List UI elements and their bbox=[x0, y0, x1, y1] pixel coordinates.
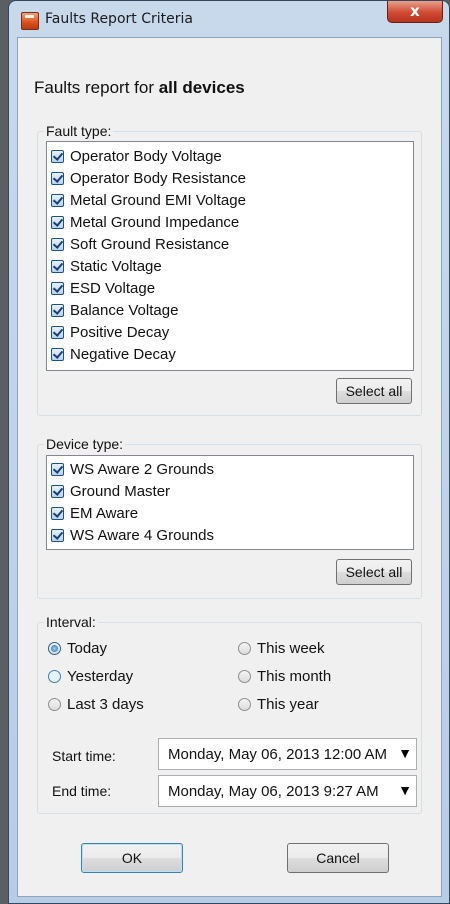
device-type-group: Device type: WS Aware 2 Grounds Ground M… bbox=[37, 436, 422, 599]
dialog-window: Faults Report Criteria x Faults report f… bbox=[8, 0, 450, 904]
close-button[interactable]: x bbox=[387, 1, 443, 23]
device-type-item[interactable]: Ground Master bbox=[51, 480, 170, 502]
end-time-value: Monday, May 06, 2013 9:27 AM bbox=[168, 782, 379, 800]
fault-type-list[interactable]: Operator Body Voltage Operator Body Resi… bbox=[46, 141, 414, 371]
fault-type-item-label: Soft Ground Resistance bbox=[70, 235, 230, 253]
checkbox-checked-icon[interactable] bbox=[51, 171, 64, 185]
report-heading: Faults report for all devices bbox=[34, 78, 245, 98]
fault-type-group: Fault type: Operator Body Voltage Operat… bbox=[37, 123, 422, 416]
radio-year-label: This year bbox=[257, 696, 319, 713]
checkbox-checked-icon[interactable] bbox=[51, 193, 64, 207]
radio-this-week[interactable]: This week bbox=[238, 640, 325, 657]
report-app-icon bbox=[21, 12, 39, 30]
start-time-picker[interactable]: Monday, May 06, 2013 12:00 AM ▼ bbox=[158, 738, 417, 770]
radio-today[interactable]: Today bbox=[48, 640, 107, 657]
checkbox-checked-icon[interactable] bbox=[51, 149, 64, 163]
start-time-label: Start time: bbox=[52, 748, 116, 764]
end-time-picker[interactable]: Monday, May 06, 2013 9:27 AM ▼ bbox=[158, 775, 417, 807]
fault-type-item-label: Metal Ground EMI Voltage bbox=[70, 191, 246, 209]
device-type-select-all-button[interactable]: Select all bbox=[336, 559, 412, 585]
checkbox-checked-icon[interactable] bbox=[51, 347, 64, 361]
fault-type-item[interactable]: Balance Voltage bbox=[51, 299, 178, 321]
interval-group: Interval: Today Yesterday Last 3 days Th… bbox=[37, 614, 422, 814]
radio-yesterday[interactable]: Yesterday bbox=[48, 668, 133, 685]
checkbox-checked-icon[interactable] bbox=[51, 528, 64, 542]
radio-last-3-days[interactable]: Last 3 days bbox=[48, 696, 144, 713]
checkbox-checked-icon[interactable] bbox=[51, 303, 64, 317]
fault-type-item-label: Static Voltage bbox=[70, 257, 162, 275]
fault-type-item[interactable]: Operator Body Voltage bbox=[51, 145, 222, 167]
end-time-label: End time: bbox=[52, 783, 112, 799]
fault-type-item[interactable]: Metal Ground EMI Voltage bbox=[51, 189, 246, 211]
fault-type-select-all-button[interactable]: Select all bbox=[336, 378, 412, 404]
fault-type-item-label: Metal Ground Impedance bbox=[70, 213, 240, 231]
radio-today-label: Today bbox=[67, 640, 108, 657]
ok-button[interactable]: OK bbox=[81, 843, 183, 873]
radio-last3-label: Last 3 days bbox=[67, 696, 144, 713]
device-type-item[interactable]: WS Aware 4 Grounds bbox=[51, 524, 214, 546]
fault-type-label: Fault type: bbox=[44, 123, 114, 139]
cancel-button[interactable]: Cancel bbox=[287, 843, 389, 873]
device-type-item[interactable]: WS Aware 2 Grounds bbox=[51, 458, 214, 480]
radio-yesterday-label: Yesterday bbox=[67, 668, 134, 685]
fault-type-item[interactable]: Positive Decay bbox=[51, 321, 169, 343]
radio-icon[interactable] bbox=[48, 670, 61, 683]
radio-this-month[interactable]: This month bbox=[238, 668, 331, 685]
device-type-label: Device type: bbox=[44, 436, 126, 452]
checkbox-checked-icon[interactable] bbox=[51, 506, 64, 520]
start-time-value: Monday, May 06, 2013 12:00 AM bbox=[168, 745, 388, 763]
interval-label: Interval: bbox=[44, 614, 98, 630]
fault-type-item[interactable]: Static Voltage bbox=[51, 255, 162, 277]
radio-selected-icon[interactable] bbox=[48, 642, 61, 655]
device-type-item-label: EM Aware bbox=[70, 504, 139, 522]
radio-icon[interactable] bbox=[238, 670, 251, 683]
fault-type-item-label: Balance Voltage bbox=[70, 301, 179, 319]
device-type-item-label: WS Aware 4 Grounds bbox=[70, 526, 214, 544]
checkbox-checked-icon[interactable] bbox=[51, 484, 64, 498]
radio-this-year[interactable]: This year bbox=[238, 696, 319, 713]
device-type-item[interactable]: EM Aware bbox=[51, 502, 138, 524]
fault-type-item-label: ESD Voltage bbox=[70, 279, 156, 297]
radio-icon[interactable] bbox=[238, 642, 251, 655]
checkbox-checked-icon[interactable] bbox=[51, 259, 64, 273]
checkbox-checked-icon[interactable] bbox=[51, 325, 64, 339]
device-type-item-label: WS Aware 2 Grounds bbox=[70, 460, 214, 478]
device-type-item-label: Ground Master bbox=[70, 482, 171, 500]
radio-month-label: This month bbox=[257, 668, 332, 685]
checkbox-checked-icon[interactable] bbox=[51, 462, 64, 476]
fault-type-item[interactable]: Metal Ground Impedance bbox=[51, 211, 239, 233]
radio-week-label: This week bbox=[257, 640, 325, 657]
checkbox-checked-icon[interactable] bbox=[51, 237, 64, 251]
fault-type-item-label: Operator Body Voltage bbox=[70, 147, 222, 165]
radio-icon[interactable] bbox=[238, 698, 251, 711]
dropdown-arrow-icon[interactable]: ▼ bbox=[398, 745, 412, 761]
checkbox-checked-icon[interactable] bbox=[51, 281, 64, 295]
dropdown-arrow-icon[interactable]: ▼ bbox=[398, 782, 412, 798]
fault-type-item[interactable]: Operator Body Resistance bbox=[51, 167, 246, 189]
checkbox-checked-icon[interactable] bbox=[51, 215, 64, 229]
window-title: Faults Report Criteria bbox=[45, 11, 193, 27]
fault-type-item[interactable]: Soft Ground Resistance bbox=[51, 233, 229, 255]
fault-type-item[interactable]: ESD Voltage bbox=[51, 277, 155, 299]
radio-icon[interactable] bbox=[48, 698, 61, 711]
fault-type-item-label: Positive Decay bbox=[70, 323, 170, 341]
title-bar[interactable]: Faults Report Criteria x bbox=[9, 1, 449, 37]
heading-scope: all devices bbox=[158, 78, 245, 97]
device-type-list[interactable]: WS Aware 2 Grounds Ground Master EM Awar… bbox=[46, 455, 414, 550]
fault-type-item[interactable]: Negative Decay bbox=[51, 343, 176, 365]
fault-type-item-label: Negative Decay bbox=[70, 345, 176, 363]
fault-type-item-label: Operator Body Resistance bbox=[70, 169, 246, 187]
heading-prefix: Faults report for bbox=[34, 78, 159, 97]
